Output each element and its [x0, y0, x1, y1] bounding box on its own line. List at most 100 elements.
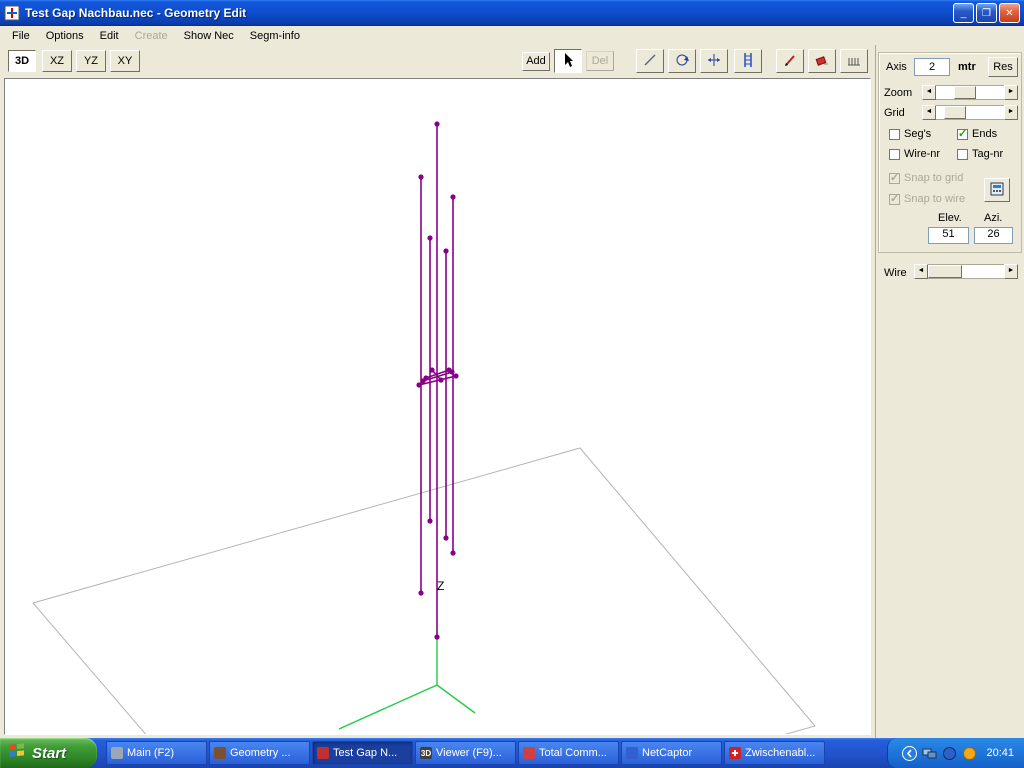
elev-value: 51 [928, 227, 969, 244]
segs-checkbox-box[interactable] [889, 129, 900, 140]
canvas-area: Z [0, 78, 875, 738]
app-icon [4, 5, 20, 21]
task-icon-geometry [214, 747, 226, 759]
maximize-button[interactable]: ❐ [976, 3, 997, 23]
task-icon-test-gap [317, 747, 329, 759]
segments-button[interactable] [840, 49, 868, 73]
pen-icon [782, 52, 798, 71]
add-button[interactable]: Add [522, 52, 550, 71]
ends-checkbox-box[interactable] [957, 129, 968, 140]
grid-scrollbar[interactable]: ◄ ► [922, 105, 1018, 120]
geometry-canvas[interactable]: Z [4, 78, 871, 735]
tagnr-checkbox[interactable]: Tag-nr [957, 148, 1003, 160]
menu-item-edit[interactable]: Edit [92, 28, 127, 44]
menu-bar: File Options Edit Create Show Nec Segm-i… [0, 26, 1024, 45]
close-button[interactable]: ✕ [999, 3, 1020, 23]
wire-scroll-thumb[interactable] [928, 265, 962, 278]
zoom-scrollbar[interactable]: ◄ ► [922, 85, 1018, 100]
grid-scroll-track[interactable] [936, 105, 1004, 120]
axis-unit-label: mtr [958, 61, 976, 73]
task-test-gap[interactable]: Test Gap N... [312, 741, 413, 765]
network-icon[interactable] [922, 746, 937, 761]
view-xy-button[interactable]: XY [110, 50, 140, 72]
rotate-icon [674, 52, 690, 71]
task-icon-main [111, 747, 123, 759]
task-label: Total Comm... [539, 747, 607, 759]
toolbar: 3D XZ YZ XY Add Del [0, 45, 875, 78]
move-wire-button[interactable] [700, 49, 728, 73]
wirenr-checkbox-box[interactable] [889, 149, 900, 160]
view-xz-button[interactable]: XZ [42, 50, 72, 72]
grid-scroll-right-icon[interactable]: ► [1004, 105, 1018, 120]
elev-label: Elev. [938, 212, 962, 224]
system-tray: 20:41 [887, 738, 1024, 768]
hide-icons-button[interactable] [902, 746, 917, 761]
start-button[interactable]: Start [0, 738, 97, 768]
erase-button[interactable] [808, 49, 836, 73]
task-netcaptor[interactable]: NetCaptor [621, 741, 722, 765]
task-viewer[interactable]: 3D Viewer (F9)... [415, 741, 516, 765]
wire-scroll-track[interactable] [928, 264, 1004, 279]
grid-label: Grid [884, 107, 905, 119]
azi-label: Azi. [984, 212, 1002, 224]
select-arrow-button[interactable] [554, 49, 582, 73]
delete-button: Del [586, 51, 614, 71]
taskbar-clock: 20:41 [986, 747, 1014, 759]
geometry-svg [5, 79, 871, 735]
task-icon-viewer-3d: 3D [420, 747, 432, 759]
zoom-label: Zoom [884, 87, 912, 99]
zoom-scroll-right-icon[interactable]: ► [1004, 85, 1018, 100]
segs-checkbox[interactable]: Seg's [889, 128, 931, 140]
rotate-view-button[interactable] [668, 49, 696, 73]
task-icon-netcaptor [626, 747, 638, 759]
axis-input[interactable] [914, 58, 950, 76]
window-title: Test Gap Nachbau.nec - Geometry Edit [25, 6, 951, 20]
task-geometry[interactable]: Geometry ... [209, 741, 310, 765]
wirenr-label: Wire-nr [904, 148, 940, 160]
ends-checkbox[interactable]: Ends [957, 128, 997, 140]
calc-pad-button[interactable] [984, 178, 1010, 202]
grid-scroll-left-icon[interactable]: ◄ [922, 105, 936, 120]
wire-scroll-left-icon[interactable]: ◄ [914, 264, 928, 279]
draw-line-button[interactable] [636, 49, 664, 73]
snap-to-wire-checkbox: Snap to wire [889, 193, 965, 205]
task-label: Test Gap N... [333, 747, 397, 759]
task-total-commander[interactable]: Total Comm... [518, 741, 619, 765]
menu-item-show-nec[interactable]: Show Nec [176, 28, 242, 44]
view-3d-button[interactable]: 3D [8, 50, 36, 72]
minimize-button[interactable]: _ [953, 3, 974, 23]
menu-item-create: Create [127, 28, 176, 44]
snap-to-grid-checkbox-box [889, 173, 900, 184]
zoom-scroll-track[interactable] [936, 85, 1004, 100]
tagnr-checkbox-box[interactable] [957, 149, 968, 160]
wire-label: Wire [884, 267, 907, 279]
menu-item-options[interactable]: Options [38, 28, 92, 44]
task-label: Main (F2) [127, 747, 174, 759]
wire-scrollbar[interactable]: ◄ ► [914, 264, 1018, 279]
task-label: Geometry ... [230, 747, 291, 759]
wirenr-checkbox[interactable]: Wire-nr [889, 148, 940, 160]
task-main[interactable]: Main (F2) [106, 741, 207, 765]
title-bar[interactable]: Test Gap Nachbau.nec - Geometry Edit _❐✕ [0, 0, 1024, 26]
view-yz-button[interactable]: YZ [76, 50, 106, 72]
messenger-icon[interactable] [942, 746, 957, 761]
res-button[interactable]: Res [988, 57, 1018, 77]
snap-to-grid-checkbox: Snap to grid [889, 172, 963, 184]
grid-scroll-thumb[interactable] [944, 106, 966, 119]
menu-item-file[interactable]: File [4, 28, 38, 44]
ends-label: Ends [972, 128, 997, 140]
axis-label: Axis [886, 61, 907, 73]
zoom-scroll-left-icon[interactable]: ◄ [922, 85, 936, 100]
update-icon[interactable] [962, 746, 977, 761]
zoom-scroll-thumb[interactable] [954, 86, 976, 99]
pen-button[interactable] [776, 49, 804, 73]
task-zwischenablage[interactable]: ✚ Zwischenabl... [724, 741, 825, 765]
move-arrows-icon [706, 52, 722, 71]
comb-icon [846, 52, 862, 71]
wire-scroll-right-icon[interactable]: ► [1004, 264, 1018, 279]
window-controls: _❐✕ [951, 3, 1020, 23]
snap-to-grid-label: Snap to grid [904, 172, 963, 184]
menu-item-segm-info[interactable]: Segm-info [242, 28, 308, 44]
cursor-arrow-icon [560, 52, 576, 71]
segmentation-button[interactable] [734, 49, 762, 73]
